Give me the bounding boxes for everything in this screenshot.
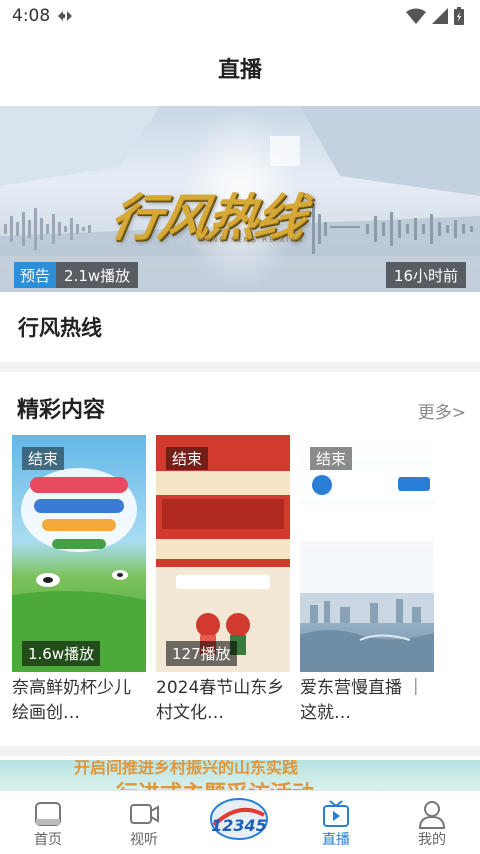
battery-icon (454, 7, 464, 25)
featured-title[interactable]: 行风热线 (18, 312, 102, 342)
spring-festival-poster-art (156, 435, 290, 672)
section-divider (0, 362, 480, 372)
card-view-count: 127播放 (166, 641, 237, 666)
tab-live[interactable]: 直播 (288, 791, 384, 854)
content-card[interactable]: 结束 127播放 2024春节山东乡村文化… (156, 435, 290, 726)
tab-label: 我的 (418, 832, 446, 848)
content-card[interactable]: 结束 爱东营慢直播 ｜ 这就… (300, 435, 434, 726)
section-divider (0, 746, 480, 756)
card-status-badge: 结束 (310, 447, 353, 470)
video-icon (130, 804, 159, 824)
card-thumbnail: 结束 127播放 (156, 435, 290, 672)
page-title: 直播 (217, 58, 262, 83)
tab-label: 直播 (322, 832, 350, 848)
tab-label: 首页 (34, 832, 62, 848)
milk-contest-poster-art (12, 468, 146, 672)
tab-home[interactable]: 首页 (0, 791, 96, 854)
user-icon (418, 801, 446, 829)
card-status-badge: 结束 (166, 447, 209, 470)
promo-banner[interactable]: 开启间推进乡村振兴的山东实践 行进式主题采访活动 (0, 760, 480, 790)
signal-icon (432, 8, 448, 24)
card-title: 2024春节山东乡村文化… (156, 678, 285, 723)
card-title: 爱东营慢直播 ｜ 这就… (300, 678, 425, 723)
live-tv-icon (323, 800, 349, 827)
lake-livestream-poster-art (300, 473, 434, 672)
card-view-count: 1.6w播放 (22, 641, 101, 666)
tab-profile[interactable]: 我的 (384, 791, 480, 854)
preview-tag: 预告 2.1w播放 (14, 262, 139, 288)
promo-banner-line2: 行进式主题采访活动 (116, 776, 314, 790)
content-card[interactable]: 结束 1.6w播放 奈高鲜奶杯少儿绘画创… (12, 435, 146, 726)
wifi-icon (406, 8, 426, 24)
banner-program-subtext: HANG FENG RE XIAN (198, 236, 305, 244)
card-title: 奈高鲜奶杯少儿绘画创… (12, 678, 131, 723)
card-status-badge: 结束 (22, 447, 65, 470)
tab-video[interactable]: 视听 (96, 791, 192, 854)
sound-wave-right (312, 204, 473, 254)
preview-status-label: 预告 (14, 262, 57, 288)
card-thumbnail: 结束 1.6w播放 (12, 435, 146, 672)
status-bar: 4:08 (0, 0, 480, 32)
hotline-12345-logo[interactable]: 12345 (208, 795, 270, 843)
status-time: 4:08 (12, 6, 51, 26)
featured-view-count: 2.1w播放 (56, 262, 139, 288)
page-header: 直播 (0, 32, 480, 104)
data-sync-icon (58, 11, 72, 21)
home-icon (35, 802, 61, 826)
featured-time-ago: 16小时前 (385, 262, 466, 288)
card-thumbnail: 结束 (300, 435, 434, 672)
sound-wave-left (4, 208, 91, 250)
hotline-logo-text: 12345 (211, 816, 267, 835)
more-link[interactable]: 更多> (418, 398, 466, 423)
tab-label: 视听 (130, 832, 158, 848)
status-icons (406, 6, 464, 26)
section-title: 精彩内容 (17, 398, 106, 423)
